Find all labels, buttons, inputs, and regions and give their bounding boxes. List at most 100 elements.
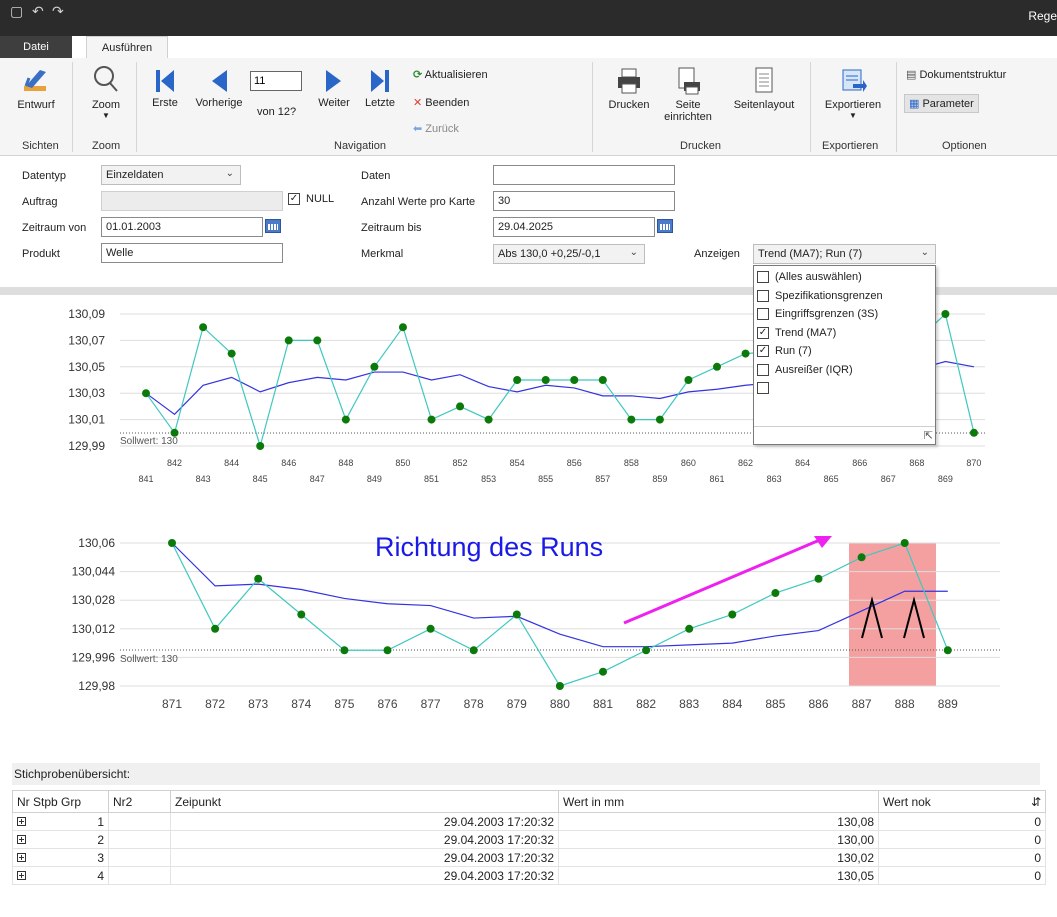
undo-icon[interactable]: ↶ [32, 3, 44, 20]
expand-icon[interactable] [17, 835, 26, 844]
table-row[interactable]: 2 29.04.2003 17:20:32 130,00 0 [12, 830, 1046, 849]
zeitraum-von-input[interactable]: 01.01.2003 [101, 217, 263, 237]
x-tick-label: 887 [852, 697, 872, 711]
null-checkbox[interactable]: ✓ [288, 193, 300, 205]
data-point [541, 376, 550, 384]
checked-checkbox[interactable]: ✓ [757, 345, 769, 357]
chart-2-series [171, 542, 949, 687]
x-tick-label: 841 [138, 474, 153, 484]
checkbox[interactable] [757, 289, 769, 302]
last-page-icon [371, 70, 389, 92]
parameter-button[interactable]: ▦ Parameter [904, 94, 979, 113]
cell: 0 [878, 812, 1046, 831]
seitenlayout-button[interactable]: Seitenlayout [726, 66, 802, 111]
expand-icon[interactable] [17, 853, 26, 862]
tab-ausfuehren[interactable]: Ausführen [86, 36, 168, 58]
aktualisieren-button[interactable]: ⟳ Aktualisieren [413, 68, 488, 81]
col-header[interactable]: Nr Stpb Grp [12, 790, 109, 813]
merkmal-select[interactable]: Abs 130,0 +0,25/-0,1 ⌄ [493, 244, 645, 264]
col-header[interactable]: Nr2 [108, 790, 171, 813]
x-tick-label: 866 [852, 458, 867, 468]
anzeigen-select[interactable]: Trend (MA7); Run (7) ⌄ [753, 244, 936, 264]
data-point [340, 646, 349, 655]
data-point [199, 323, 208, 332]
checkbox[interactable] [757, 363, 769, 376]
x-tick-label: 856 [567, 458, 582, 468]
group-exportieren: Exportieren [822, 140, 879, 152]
exportieren-button[interactable]: Exportieren ▼ [818, 66, 888, 120]
produkt-input[interactable]: Welle [101, 243, 283, 263]
daten-input[interactable] [493, 165, 675, 185]
redo-icon[interactable]: ↷ [52, 3, 64, 20]
auftrag-input[interactable] [101, 191, 283, 211]
beenden-button[interactable]: ✕ Beenden [413, 96, 469, 109]
table-row[interactable]: 4 29.04.2003 17:20:32 130,05 0 [12, 866, 1046, 885]
calendar-icon[interactable] [265, 219, 281, 233]
data-point [142, 389, 150, 398]
checkbox[interactable] [757, 382, 769, 394]
stichproben-table: Nr Stpb Grp Nr2 Zeipunkt Wert in mm Wert… [12, 790, 1046, 885]
x-tick-label: 876 [377, 697, 397, 711]
cell [108, 866, 171, 885]
data-point [469, 646, 478, 655]
tab-datei[interactable]: Datei [0, 36, 72, 58]
letzte-button[interactable]: Letzte [360, 68, 400, 109]
y-tick-label: 130,09 [68, 307, 105, 321]
drucken-button[interactable]: Drucken [604, 66, 654, 111]
data-point [168, 539, 176, 547]
y-tick-label: 130,028 [72, 593, 116, 607]
weiter-label: Weiter [318, 97, 350, 109]
expand-icon[interactable] [17, 871, 26, 880]
expand-icon[interactable] [17, 817, 26, 826]
page-setup-icon [678, 67, 700, 95]
cell [108, 812, 171, 831]
seitenlayout-label: Seitenlayout [733, 99, 795, 111]
x-tick-label: 881 [593, 697, 613, 711]
checked-checkbox[interactable]: ✓ [757, 326, 769, 339]
entwurf-button[interactable]: Entwurf [14, 64, 58, 111]
save-icon[interactable]: ▢ [10, 3, 23, 20]
x-tick-label: 858 [624, 458, 639, 468]
checkbox[interactable] [757, 271, 769, 283]
zoom-button[interactable]: Zoom ▼ [86, 64, 126, 120]
null-label: NULL [306, 193, 335, 205]
data-point [771, 589, 780, 598]
cell: 29.04.2003 17:20:32 [170, 830, 559, 849]
vorherige-label: Vorherige [195, 97, 243, 109]
dropdown-option-label: Spezifikationsgrenzen [775, 289, 883, 302]
table-row[interactable]: 1 29.04.2003 17:20:32 130,08 0 [12, 812, 1046, 831]
data-point [512, 610, 521, 619]
data-point [941, 310, 950, 318]
table-row[interactable]: 3 29.04.2003 17:20:32 130,02 0 [12, 848, 1046, 867]
calendar-icon[interactable] [657, 219, 673, 233]
erste-button[interactable]: Erste [148, 68, 182, 109]
group-optionen: Optionen [942, 140, 987, 152]
cell: 130,00 [558, 830, 879, 849]
anzahl-input[interactable]: 30 [493, 191, 675, 211]
x-tick-label: 865 [824, 474, 839, 484]
col-header[interactable]: Zeipunkt [170, 790, 559, 813]
col-header[interactable]: Wert nok ⇵ [878, 790, 1046, 813]
run-direction-arrow [623, 537, 823, 625]
zurueck-button[interactable]: ⬅ Zurück [413, 122, 459, 135]
y-tick-label: 129,99 [68, 439, 105, 453]
page-number-input[interactable] [250, 71, 302, 91]
printer-icon [618, 68, 640, 94]
checkbox[interactable] [757, 308, 769, 320]
y-tick-label: 130,044 [72, 565, 116, 579]
x-tick-label: 885 [765, 697, 785, 711]
dokumentstruktur-button[interactable]: ▤ Dokumentstruktur [906, 68, 1006, 81]
datentyp-label: Datentyp [22, 170, 67, 182]
first-page-icon [156, 70, 174, 92]
weiter-button[interactable]: Weiter [312, 68, 356, 109]
vorherige-button[interactable]: Vorherige [190, 68, 248, 109]
group-sichten: Sichten [22, 140, 59, 152]
col-header[interactable]: Wert in mm [558, 790, 879, 813]
resize-grip-icon[interactable]: ⇱ [924, 429, 933, 442]
zeitraum-bis-input[interactable]: 29.04.2025 [493, 217, 655, 237]
x-tick-label: 879 [507, 697, 527, 711]
datentyp-select[interactable]: Einzeldaten ⌄ [101, 165, 241, 185]
run-annotation: Richtung des Runs [375, 532, 603, 562]
seite-einrichten-button[interactable]: Seite einrichten [660, 66, 716, 123]
data-point [211, 624, 220, 633]
